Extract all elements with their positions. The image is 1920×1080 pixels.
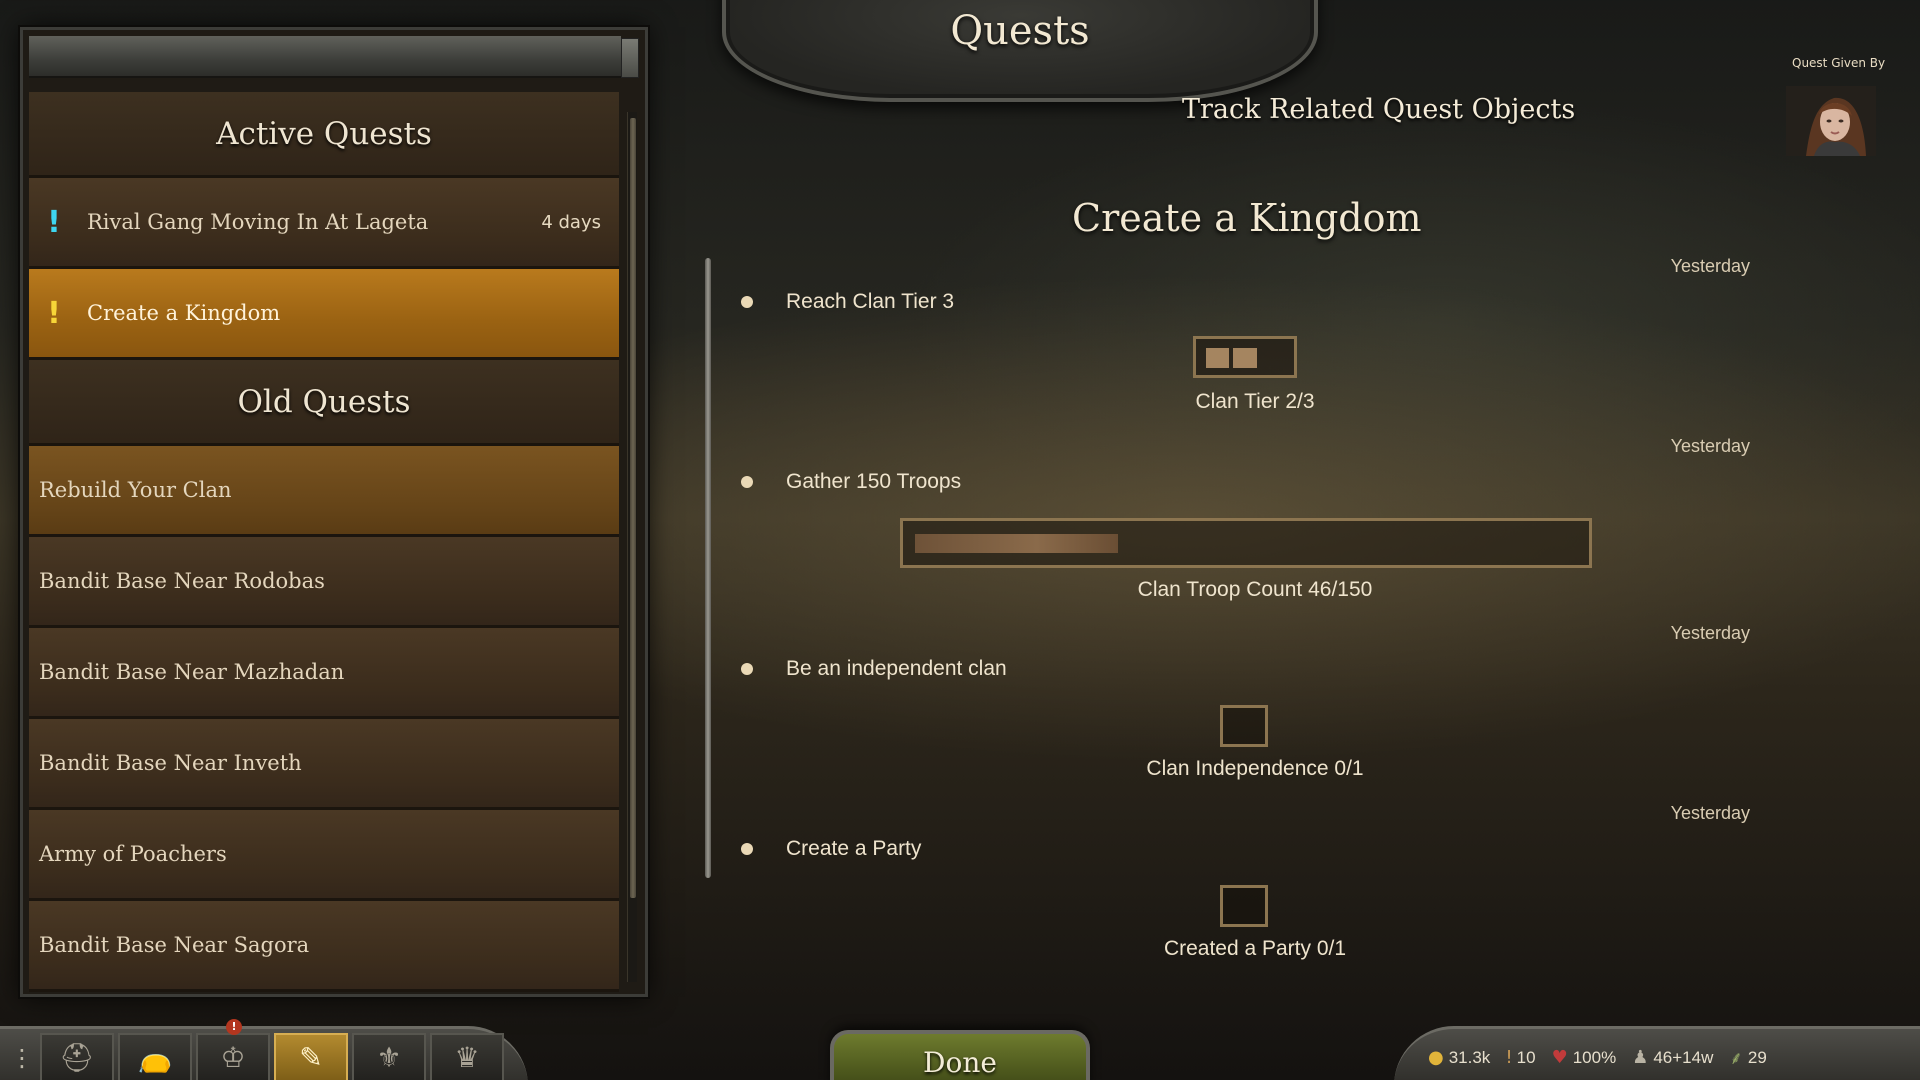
quest-time-remaining: 4 days bbox=[541, 211, 601, 233]
bag-icon[interactable]: 👝 bbox=[118, 1032, 192, 1080]
tier-segment-empty bbox=[1261, 348, 1284, 368]
objective-date: Yesterday bbox=[1670, 436, 1750, 456]
bullet-icon bbox=[741, 663, 753, 675]
clan-tier-progress bbox=[1193, 336, 1297, 378]
influence-icon: ǃ bbox=[1506, 1047, 1512, 1068]
food-value: 29 bbox=[1747, 1047, 1767, 1067]
vertical-dots-icon[interactable]: ⋮ bbox=[8, 1044, 36, 1072]
health-value: 100% bbox=[1572, 1047, 1617, 1067]
quest-giver-label: Quest Given By bbox=[1792, 56, 1886, 70]
title-banner: Quests bbox=[722, 0, 1318, 102]
gold-coin-icon: ● bbox=[1428, 1047, 1444, 1068]
panel-scroll-cap[interactable] bbox=[621, 38, 639, 78]
troops-stat[interactable]: ♟ 46+14w bbox=[1632, 1047, 1713, 1068]
objective-independent-clan: Yesterday Be an independent clan Clan In… bbox=[740, 623, 1770, 793]
food-stat[interactable]: ⸙ 29 bbox=[1729, 1046, 1766, 1070]
objective-text: Reach Clan Tier 3 bbox=[786, 290, 955, 313]
quest-item-label: Bandit Base Near Mazhadan bbox=[39, 660, 345, 684]
bottom-toolbar: ⋮ ⛑ 👝 ! ♔ ✎ ⚜ ♛ bbox=[0, 1018, 528, 1080]
stats-bar: ● 31.3k ǃ 10 ♥ 100% ♟ 46+14w ⸙ 29 bbox=[1394, 1026, 1920, 1080]
old-quest-item[interactable]: Bandit Base Near Mazhadan bbox=[29, 628, 619, 719]
quest-list-scroll-thumb[interactable] bbox=[630, 118, 636, 898]
old-quests-heading: Old Quests bbox=[29, 360, 619, 446]
objective-checkbox bbox=[1220, 705, 1268, 747]
old-quest-item[interactable]: Rebuild Your Clan bbox=[29, 446, 619, 537]
quest-item-label: Create a Kingdom bbox=[87, 301, 281, 325]
objective-date: Yesterday bbox=[1670, 623, 1750, 643]
active-quests-heading: Active Quests bbox=[29, 92, 619, 178]
quest-item-rival-gang[interactable]: ! Rival Gang Moving In At Lageta 4 days bbox=[29, 178, 619, 269]
troop-count-progress-bar bbox=[900, 518, 1592, 568]
objective-checkbox bbox=[1220, 885, 1268, 927]
objective-progress-caption: Clan Tier 2/3 bbox=[1195, 390, 1315, 413]
troop-count-progress-fill bbox=[915, 534, 1118, 553]
influence-value: 10 bbox=[1516, 1047, 1536, 1067]
objective-date: Yesterday bbox=[1670, 803, 1750, 823]
troops-icon: ♟ bbox=[1632, 1047, 1649, 1068]
quest-list-panel: Active Quests ! Rival Gang Moving In At … bbox=[20, 27, 648, 997]
clan-banner-icon[interactable]: ⚜ bbox=[352, 1032, 426, 1080]
quest-item-label: Rival Gang Moving In At Lageta bbox=[87, 210, 429, 234]
quest-scroll-icon[interactable]: ✎ bbox=[274, 1032, 348, 1080]
quest-detail-scrollbar[interactable] bbox=[705, 258, 711, 878]
quest-item-label: Bandit Base Near Inveth bbox=[39, 751, 302, 775]
objective-gather-troops: Yesterday Gather 150 Troops Clan Troop C… bbox=[740, 436, 1770, 606]
quest-list-scrollbar[interactable] bbox=[627, 112, 637, 982]
party-icon[interactable]: ! ♔ bbox=[196, 1018, 270, 1080]
objective-date: Yesterday bbox=[1670, 256, 1750, 276]
heart-icon: ♥ bbox=[1551, 1047, 1568, 1068]
objective-progress-caption: Created a Party 0/1 bbox=[1163, 937, 1347, 960]
objective-text: Create a Party bbox=[786, 837, 922, 860]
page-title: Quests bbox=[950, 8, 1090, 54]
kingdom-crown-icon[interactable]: ♛ bbox=[430, 1032, 504, 1080]
old-quest-item[interactable]: Bandit Base Near Inveth bbox=[29, 719, 619, 810]
old-quest-item[interactable]: Army of Poachers bbox=[29, 810, 619, 901]
influence-stat[interactable]: ǃ 10 bbox=[1506, 1047, 1535, 1068]
done-button[interactable]: Done bbox=[830, 1030, 1090, 1080]
gold-stat[interactable]: ● 31.3k bbox=[1428, 1047, 1490, 1068]
quest-item-label: Rebuild Your Clan bbox=[39, 478, 232, 502]
objective-text: Gather 150 Troops bbox=[786, 470, 962, 493]
bullet-icon bbox=[741, 296, 753, 308]
objective-progress-caption: Clan Independence 0/1 bbox=[1146, 757, 1364, 780]
quest-alert-icon: ! bbox=[47, 295, 61, 331]
quest-list: Active Quests ! Rival Gang Moving In At … bbox=[29, 92, 619, 992]
food-icon: ⸙ bbox=[1729, 1047, 1743, 1069]
gold-value: 31.3k bbox=[1448, 1047, 1491, 1067]
objective-progress-caption: Clan Troop Count 46/150 bbox=[1137, 578, 1373, 601]
objective-text: Be an independent clan bbox=[786, 657, 1007, 680]
bullet-icon bbox=[741, 476, 753, 488]
quest-title: Create a Kingdom bbox=[1072, 196, 1422, 240]
old-quest-item[interactable]: Bandit Base Near Rodobas bbox=[29, 537, 619, 628]
quest-item-label: Bandit Base Near Sagora bbox=[39, 933, 310, 957]
helmet-icon[interactable]: ⛑ bbox=[40, 1032, 114, 1080]
health-stat[interactable]: ♥ 100% bbox=[1552, 1047, 1617, 1068]
quest-item-label: Army of Poachers bbox=[39, 842, 227, 866]
tier-segment-filled bbox=[1206, 348, 1230, 368]
notification-badge-icon: ! bbox=[226, 1018, 242, 1035]
quest-alert-icon: ! bbox=[47, 204, 61, 240]
objective-create-party: Yesterday Create a Party Created a Party… bbox=[740, 803, 1770, 973]
bullet-icon bbox=[741, 843, 753, 855]
troops-value: 46+14w bbox=[1653, 1047, 1714, 1067]
track-quest-objects-button[interactable]: Track Related Quest Objects bbox=[1182, 94, 1575, 125]
objective-clan-tier: Yesterday Reach Clan Tier 3 Clan Tier 2/… bbox=[740, 256, 1770, 426]
quest-giver-avatar[interactable] bbox=[1786, 86, 1876, 156]
tier-segment-filled bbox=[1233, 348, 1257, 368]
quest-item-create-kingdom[interactable]: ! Create a Kingdom bbox=[29, 269, 619, 360]
panel-top-frame bbox=[29, 36, 621, 78]
old-quest-item[interactable]: Bandit Base Near Sagora bbox=[29, 901, 619, 992]
quest-item-label: Bandit Base Near Rodobas bbox=[39, 569, 325, 593]
